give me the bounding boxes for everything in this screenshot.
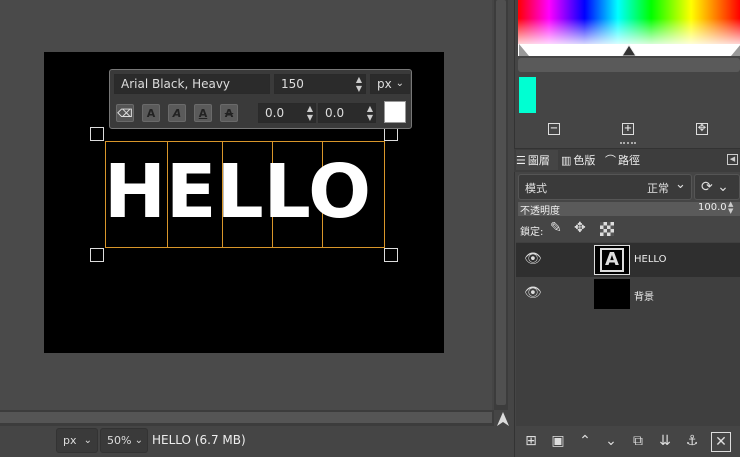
lower-layer-icon[interactable]: ⌄	[602, 432, 620, 450]
text-frame-right	[384, 141, 385, 247]
duplicate-layer-icon[interactable]: ⧉	[629, 432, 647, 450]
dock-separator-handle[interactable]	[620, 142, 636, 145]
tab-paths[interactable]: ⌒ 路徑	[605, 150, 649, 170]
status-bar: px ⌄ 50% ⌄ HELLO (6.7 MB)	[0, 426, 516, 457]
background-layer-thumbnail	[594, 279, 630, 309]
remove-color-icon[interactable]: −	[548, 123, 560, 135]
text-style-editor: Arial Black, Heavy 150 ▲ ▼ px ⌄ ⌫ A A A …	[109, 69, 412, 129]
delete-layer-icon[interactable]: ✕	[711, 432, 731, 452]
kerning-spin-up-icon[interactable]: ▲	[364, 104, 376, 113]
mode-value: 正常	[647, 182, 669, 195]
tab-label: 色版	[573, 154, 596, 167]
opacity-slider[interactable]: 不透明度 100.0 ▲ ▼	[518, 201, 740, 217]
foreground-color-swatch[interactable]	[519, 77, 536, 113]
unit-label: px	[377, 77, 392, 91]
eye-icon[interactable]: 👁	[524, 251, 542, 267]
zoom-combo[interactable]: 50% ⌄	[100, 428, 148, 453]
layers-icon: ☰	[516, 153, 526, 167]
raise-layer-icon[interactable]: ⌃	[576, 432, 594, 450]
tab-channels[interactable]: ▥ 色版	[561, 150, 603, 170]
tab-label: 圖層	[527, 154, 550, 167]
resize-handle-bottom-left[interactable]	[90, 248, 104, 262]
merge-layer-icon[interactable]: ⇊	[656, 432, 674, 450]
font-field[interactable]: Arial Black, Heavy	[114, 74, 270, 94]
horizontal-scrollbar-thumb[interactable]	[0, 412, 492, 423]
size-spin-down-icon[interactable]: ▼	[353, 84, 365, 93]
slider-marker-icon	[519, 44, 740, 56]
composite-mode-button[interactable]: ⟳ ⌄	[694, 174, 740, 200]
vertical-scrollbar-thumb[interactable]	[496, 0, 506, 405]
chevron-down-icon: ⌄	[395, 78, 404, 89]
dock-menu-icon[interactable]: ◀	[727, 154, 738, 165]
text-layer-thumbnail: A	[594, 245, 630, 275]
add-color-icon[interactable]: +	[622, 123, 634, 135]
eye-icon[interactable]: 👁	[524, 285, 542, 301]
baseline-spin-down-icon[interactable]: ▼	[304, 113, 316, 122]
chevron-down-icon: ⌄	[675, 177, 686, 192]
opacity-value: 100.0	[698, 202, 727, 213]
lock-row: 鎖定: ✎ ✥	[518, 220, 740, 240]
channels-icon: ▥	[561, 153, 572, 167]
opacity-label: 不透明度	[520, 206, 560, 217]
text-frame-bottom	[105, 247, 385, 248]
resize-handle-top-right[interactable]	[384, 127, 398, 141]
text-frame-top	[105, 141, 385, 142]
new-layer-group-icon[interactable]: ▣	[549, 432, 567, 450]
mode-select[interactable]: 模式 正常 ⌄	[518, 174, 692, 200]
lock-pixels-icon[interactable]: ✎	[550, 220, 562, 236]
bold-button[interactable]: A	[142, 104, 160, 122]
status-unit-label: px	[63, 434, 77, 447]
text-layer-icon: A	[600, 248, 624, 272]
tab-label: 路徑	[618, 154, 640, 167]
text-color-swatch[interactable]	[384, 101, 406, 123]
strikethrough-button[interactable]: A	[220, 104, 238, 122]
layer-name[interactable]: HELLO	[634, 254, 667, 265]
color-hue-selector-fade	[518, 0, 740, 46]
image-info: HELLO (6.7 MB)	[152, 433, 246, 447]
opacity-spin-icon[interactable]: ▲ ▼	[728, 201, 733, 215]
kerning-spin-down-icon[interactable]: ▼	[364, 113, 376, 122]
canvas-text-layer[interactable]: HELLO	[104, 155, 371, 229]
lock-position-icon[interactable]: ✥	[574, 220, 586, 236]
chevron-down-icon: ⌄	[134, 435, 143, 446]
unit-combo[interactable]: px ⌄	[56, 428, 98, 453]
paths-icon: ⌒	[605, 154, 616, 167]
new-layer-icon[interactable]: ⊞	[522, 432, 540, 450]
resize-handle-top-left[interactable]	[90, 127, 104, 141]
lock-alpha-icon[interactable]	[600, 222, 614, 236]
anchor-layer-icon[interactable]: ⚓	[683, 432, 701, 450]
italic-button[interactable]: A	[168, 104, 186, 122]
mode-label: 模式	[525, 182, 547, 195]
layer-row[interactable]: 👁 背景	[516, 277, 740, 311]
tab-layers[interactable]: ☰ 圖層	[516, 150, 558, 170]
underline-button[interactable]: A	[194, 104, 212, 122]
unit-select[interactable]: px ⌄	[370, 74, 410, 94]
color-slider[interactable]	[518, 58, 740, 72]
resize-handle-bottom-right[interactable]	[384, 248, 398, 262]
baseline-spin-up-icon[interactable]: ▲	[304, 104, 316, 113]
expand-icon[interactable]: ✥	[696, 123, 708, 135]
lock-label: 鎖定:	[520, 227, 544, 238]
zoom-value: 50%	[107, 434, 132, 447]
layer-row[interactable]: 👁 A HELLO	[516, 243, 740, 277]
layer-name[interactable]: 背景	[634, 288, 654, 303]
chevron-down-icon: ⌄	[83, 435, 92, 446]
size-spin-up-icon[interactable]: ▲	[353, 75, 365, 84]
clear-style-button[interactable]: ⌫	[116, 104, 134, 122]
gimp-window: HELLO Arial Black, Heavy 150 ▲ ▼ px ⌄ ⌫ …	[0, 0, 740, 457]
